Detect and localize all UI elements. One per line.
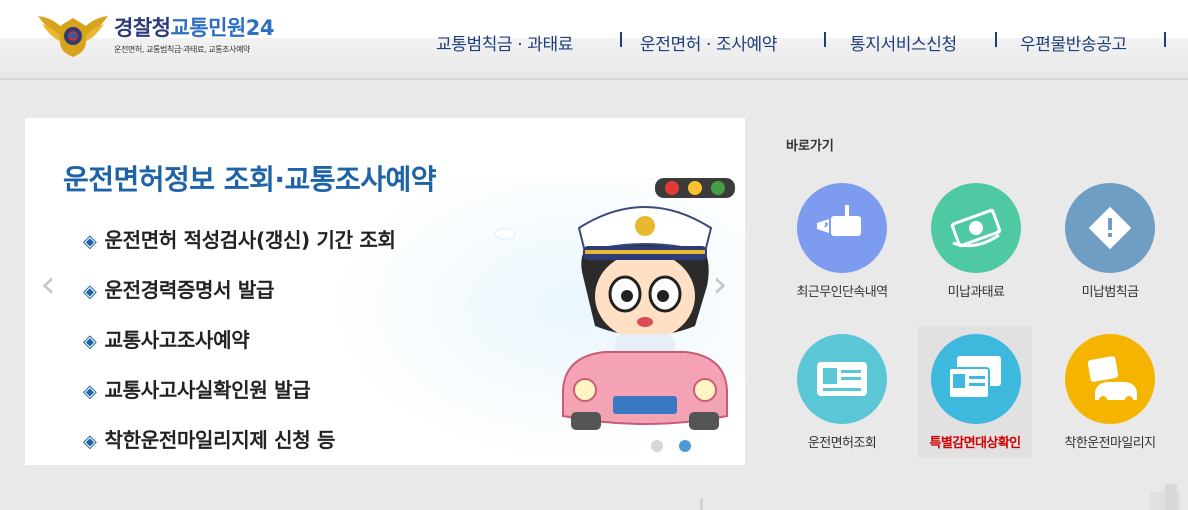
footer-decoration	[700, 484, 1180, 510]
shortcut-circle	[1065, 183, 1155, 273]
prev-slide-arrow-icon[interactable]: ‹	[35, 265, 61, 303]
bullet-item: ◈ 운전경력증명서 발급	[83, 274, 396, 324]
quick-links-title: 바로가기	[786, 139, 834, 154]
speed-camera-icon	[817, 205, 861, 236]
site-header: 경찰청교통민원24 운전면허, 교통범칙금·과태료, 교통조사예약 교통범칙금 …	[0, 0, 1188, 80]
shortcut-unpaid-penalties[interactable]: 미납범칙금	[1047, 183, 1173, 323]
banner-title: 운전면허정보 조회·교통조사예약	[63, 163, 437, 196]
diamond-bullet-icon: ◈	[83, 231, 97, 252]
shortcut-good-driving-mileage[interactable]: 착한운전마일리지	[1047, 334, 1173, 474]
shortcut-label: 특별감면대상확인	[929, 436, 1021, 451]
main-nav: 교통범칙금 · 과태료 운전면허 · 조사예약 통지서비스신청 우편물반송공고	[0, 30, 1188, 60]
shortcut-label: 미납과태료	[947, 285, 1005, 300]
bullet-text: 교통사고사실확인원 발급	[104, 378, 311, 402]
nav-license-reservation[interactable]: 운전면허 · 조사예약	[640, 30, 777, 58]
bullet-text: 착한운전마일리지제 신청 등	[104, 428, 336, 452]
shortcut-unpaid-fines[interactable]: 미납과태료	[913, 183, 1039, 323]
main-banner[interactable]: 운전면허정보 조회·교통조사예약 ◈ 운전면허 적성검사(갱신) 기간 조회 ◈ 운…	[25, 118, 745, 465]
bullet-item: ◈ 교통사고사실확인원 발급	[83, 374, 396, 424]
shortcut-label: 착한운전마일리지	[1064, 436, 1156, 451]
mileage-car-icon	[1087, 356, 1137, 404]
shortcut-circle	[797, 183, 887, 273]
police-mascot-illustration	[562, 206, 728, 430]
diamond-bullet-icon: ◈	[83, 331, 97, 352]
nav-returned-mail[interactable]: 우편물반송공고	[1020, 30, 1127, 58]
nav-notification-service[interactable]: 통지서비스신청	[850, 30, 957, 58]
shortcut-license-inquiry[interactable]: 운전면허조회	[779, 334, 905, 474]
shortcut-label: 미납범칙금	[1081, 285, 1139, 300]
bullet-text: 교통사고조사예약	[104, 328, 250, 352]
shortcut-circle	[797, 334, 887, 424]
nav-separator	[995, 32, 997, 47]
diamond-bullet-icon: ◈	[83, 281, 97, 302]
money-bill-icon	[950, 208, 1002, 248]
nav-separator	[824, 32, 826, 47]
diamond-bullet-icon: ◈	[83, 381, 97, 402]
id-documents-icon	[948, 356, 1001, 399]
shortcut-circle	[931, 334, 1021, 424]
bullet-item: ◈ 착한운전마일리지제 신청 등	[83, 424, 396, 465]
shortcut-label: 최근무인단속내역	[796, 285, 888, 300]
bullet-item: ◈ 운전면허 적성검사(갱신) 기간 조회	[83, 224, 396, 274]
shortcut-circle	[1065, 334, 1155, 424]
bullet-text: 운전면허 적성검사(갱신) 기간 조회	[104, 228, 396, 252]
shortcut-special-reduction-check[interactable]: 특별감면대상확인	[918, 326, 1044, 474]
license-card-icon	[817, 362, 867, 396]
bullet-item: ◈ 교통사고조사예약	[83, 324, 396, 374]
diamond-bullet-icon: ◈	[83, 431, 97, 452]
shortcut-recent-camera-violations[interactable]: 최근무인단속내역	[779, 183, 905, 323]
slide-dot-1[interactable]	[651, 440, 663, 452]
nav-separator	[620, 32, 622, 47]
shortcut-label: 운전면허조회	[807, 436, 877, 451]
slide-dot-2-active[interactable]	[679, 440, 691, 452]
bullet-text: 운전경력증명서 발급	[104, 278, 275, 302]
nav-separator	[1164, 32, 1166, 47]
banner-bullet-list: ◈ 운전면허 적성검사(갱신) 기간 조회 ◈ 운전경력증명서 발급 ◈ 교통사고조사…	[83, 224, 396, 465]
next-slide-arrow-icon[interactable]: ›	[707, 265, 733, 303]
warning-sign-icon	[1088, 206, 1132, 250]
nav-fines[interactable]: 교통범칙금 · 과태료	[436, 30, 573, 58]
shortcut-circle	[931, 183, 1021, 273]
